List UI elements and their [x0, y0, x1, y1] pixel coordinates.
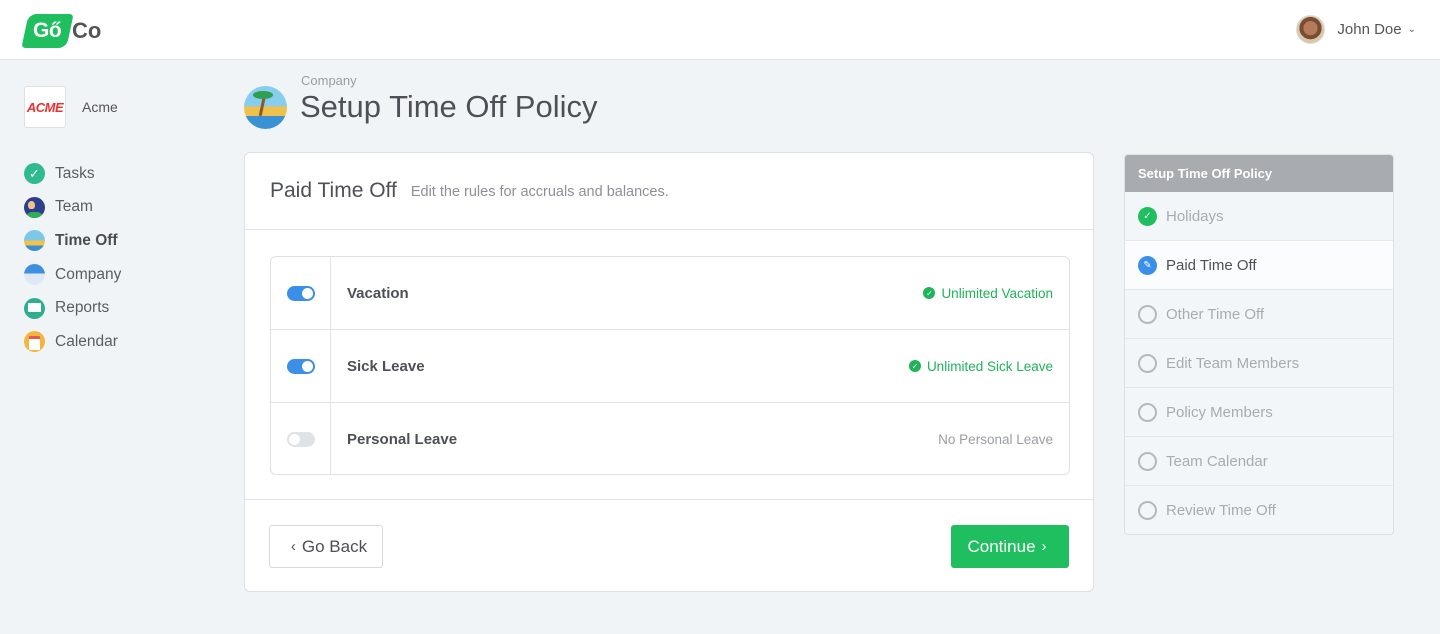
policy-status-text: No Personal Leave [938, 432, 1053, 447]
sidebar-item-label: Company [55, 265, 122, 283]
logo-go-text: Gő [33, 19, 62, 42]
step-label: Holidays [1166, 207, 1224, 225]
sidebar-nav: ✓ Tasks Team Time Off Company Reports Ca… [24, 157, 121, 359]
toggle-knob [288, 434, 300, 445]
setup-steps-panel: Setup Time Off Policy ✓ Holidays ✎ Paid … [1124, 154, 1394, 535]
empty-circle-icon [1138, 501, 1157, 520]
step-team-calendar[interactable]: Team Calendar [1125, 437, 1393, 486]
card-footer: ‹ Go Back Continue › [245, 499, 1093, 592]
sidebar-item-label: Team [55, 198, 93, 216]
policy-name: Personal Leave [347, 431, 458, 448]
user-menu[interactable]: John Doe ⌄ [1296, 15, 1416, 44]
avatar [1296, 15, 1326, 44]
policy-status: ✓ Unlimited Sick Leave [908, 330, 1069, 402]
sidebar-item-label: Reports [55, 299, 110, 317]
chevron-down-icon: ⌄ [1407, 24, 1416, 35]
toggle-cell [271, 403, 331, 474]
team-icon [24, 196, 45, 218]
empty-circle-icon [1138, 353, 1157, 373]
paid-time-off-card: Paid Time Off Edit the rules for accrual… [244, 152, 1094, 592]
card-title: Paid Time Off [270, 179, 397, 202]
sidebar-item-time-off[interactable]: Time Off [24, 224, 121, 258]
chevron-right-icon: › [1041, 538, 1047, 555]
toggle-knob [301, 287, 313, 299]
step-review-time-off[interactable]: Review Time Off [1125, 486, 1393, 534]
go-back-label: Go Back [301, 536, 368, 556]
palm-leaves [253, 91, 273, 99]
policy-name: Sick Leave [347, 357, 425, 375]
empty-circle-icon [1138, 402, 1157, 422]
step-label: Review Time Off [1166, 502, 1276, 519]
check-circle-icon: ✓ [24, 163, 45, 185]
step-label: Policy Members [1166, 403, 1273, 421]
go-back-button[interactable]: ‹ Go Back [269, 525, 383, 568]
check-circle-icon: ✓ [908, 360, 921, 372]
policy-status-text[interactable]: Unlimited Vacation [941, 286, 1053, 301]
beach-icon [24, 230, 45, 252]
chevron-left-icon: ‹ [290, 538, 296, 555]
check-circle-icon: ✓ [923, 287, 936, 299]
toggle-cell [271, 257, 331, 329]
continue-button[interactable]: Continue › [951, 525, 1069, 568]
sidebar-item-reports[interactable]: Reports [24, 291, 121, 325]
user-name: John Doe [1337, 21, 1402, 38]
sidebar-item-calendar[interactable]: Calendar [24, 325, 121, 359]
policy-name: Vacation [347, 284, 409, 302]
toggle-cell [271, 330, 331, 402]
card-subtitle: Edit the rules for accruals and balances… [410, 184, 669, 200]
sidebar-item-team[interactable]: Team [24, 191, 121, 225]
sidebar-item-label: Time Off [55, 231, 118, 249]
policy-status: ✓ Unlimited Vacation [923, 257, 1069, 329]
page-title: Setup Time Off Policy [300, 89, 598, 124]
beach-icon [244, 86, 287, 129]
policy-status-text[interactable]: Unlimited Sick Leave [927, 359, 1053, 374]
step-paid-time-off[interactable]: ✎ Paid Time Off [1125, 241, 1393, 290]
step-holidays[interactable]: ✓ Holidays [1125, 192, 1393, 241]
org-logo: ACME [24, 86, 66, 128]
policy-row-sick-leave: Sick Leave ✓ Unlimited Sick Leave [271, 330, 1069, 403]
step-label: Team Calendar [1166, 452, 1268, 470]
org-switcher[interactable]: ACME Acme [24, 86, 118, 128]
logo-mark: Gő [21, 14, 74, 48]
vacation-toggle[interactable] [286, 285, 315, 301]
policy-row-vacation: Vacation ✓ Unlimited Vacation [271, 257, 1069, 330]
sidebar-item-company[interactable]: Company [24, 258, 121, 292]
toggle-knob [301, 360, 313, 372]
building-icon [24, 264, 45, 286]
sidebar-item-label: Calendar [55, 332, 118, 350]
pencil-icon: ✎ [1138, 255, 1157, 275]
personal-leave-toggle[interactable] [286, 432, 315, 447]
sick-leave-toggle[interactable] [286, 358, 315, 374]
card-header: Paid Time Off Edit the rules for accrual… [245, 153, 1093, 230]
sidebar-item-tasks[interactable]: ✓ Tasks [24, 157, 121, 191]
continue-label: Continue [967, 536, 1036, 556]
step-label: Other Time Off [1166, 305, 1265, 323]
goco-logo[interactable]: Gő Co [21, 14, 102, 48]
sidebar-item-label: Tasks [55, 164, 95, 182]
calendar-icon [24, 331, 45, 353]
policy-row-personal-leave: Personal Leave No Personal Leave [271, 403, 1069, 474]
empty-circle-icon [1138, 304, 1157, 324]
step-other-time-off[interactable]: Other Time Off [1125, 290, 1393, 339]
policy-status: No Personal Leave [938, 403, 1069, 474]
org-logo-text: ACME [26, 99, 64, 115]
check-circle-icon: ✓ [1138, 206, 1157, 226]
presentation-icon [24, 297, 45, 319]
empty-circle-icon [1138, 451, 1157, 471]
steps-title: Setup Time Off Policy [1125, 155, 1393, 192]
org-name: Acme [82, 99, 118, 115]
breadcrumb[interactable]: Company [301, 73, 357, 88]
step-label: Edit Team Members [1166, 354, 1300, 372]
policy-table: Vacation ✓ Unlimited Vacation Sick Leave… [270, 256, 1070, 475]
step-edit-team-members[interactable]: Edit Team Members [1125, 339, 1393, 388]
step-policy-members[interactable]: Policy Members [1125, 388, 1393, 437]
step-label: Paid Time Off [1166, 256, 1257, 274]
logo-co-text: Co [72, 18, 102, 43]
top-bar: Gő Co John Doe ⌄ [0, 0, 1440, 60]
